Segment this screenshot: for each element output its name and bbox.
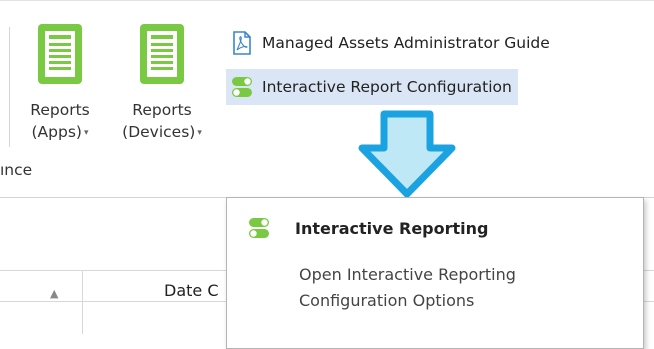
tooltip-header: Interactive Reporting	[247, 216, 488, 240]
dropdown-caret-icon: ▾	[197, 127, 202, 138]
admin-guide-link[interactable]: Managed Assets Administrator Guide	[230, 28, 550, 58]
tooltip-popup: Interactive Reporting Open Interactive R…	[226, 197, 644, 349]
interactive-report-config-button[interactable]: Interactive Report Configuration	[226, 69, 518, 105]
reports-apps-button[interactable]: Reports (Apps) ▾	[18, 19, 102, 159]
sort-ascending-icon[interactable]: ▲	[50, 287, 58, 300]
toggle-icon	[232, 77, 252, 97]
admin-guide-label: Managed Assets Administrator Guide	[262, 34, 550, 52]
toggle-icon	[249, 218, 269, 238]
interactive-report-config-label: Interactive Report Configuration	[262, 78, 512, 96]
tooltip-description: Open Interactive Reporting Configuration…	[299, 265, 516, 310]
ribbon-group-label: ınce	[0, 161, 33, 179]
pdf-icon	[233, 31, 251, 55]
report-document-icon	[38, 24, 82, 84]
reports-devices-button[interactable]: Reports (Devices) ▾	[120, 19, 204, 159]
reports-devices-label-line1: Reports	[132, 101, 192, 119]
reports-apps-label-line1: Reports	[30, 101, 90, 119]
column-divider	[82, 270, 83, 334]
column-header-date[interactable]: Date C	[164, 281, 219, 300]
reports-apps-label-line2: (Apps)	[31, 123, 82, 141]
ribbon-divider	[9, 27, 10, 147]
dropdown-caret-icon: ▾	[83, 127, 89, 138]
ribbon: Reports (Apps) ▾ Reports (Devices) ▾ ınce …	[0, 0, 654, 198]
reports-devices-label-line2: (Devices)	[122, 123, 196, 141]
arrow-down-icon	[358, 110, 456, 198]
report-document-icon	[140, 24, 184, 84]
tooltip-title: Interactive Reporting	[295, 218, 489, 238]
